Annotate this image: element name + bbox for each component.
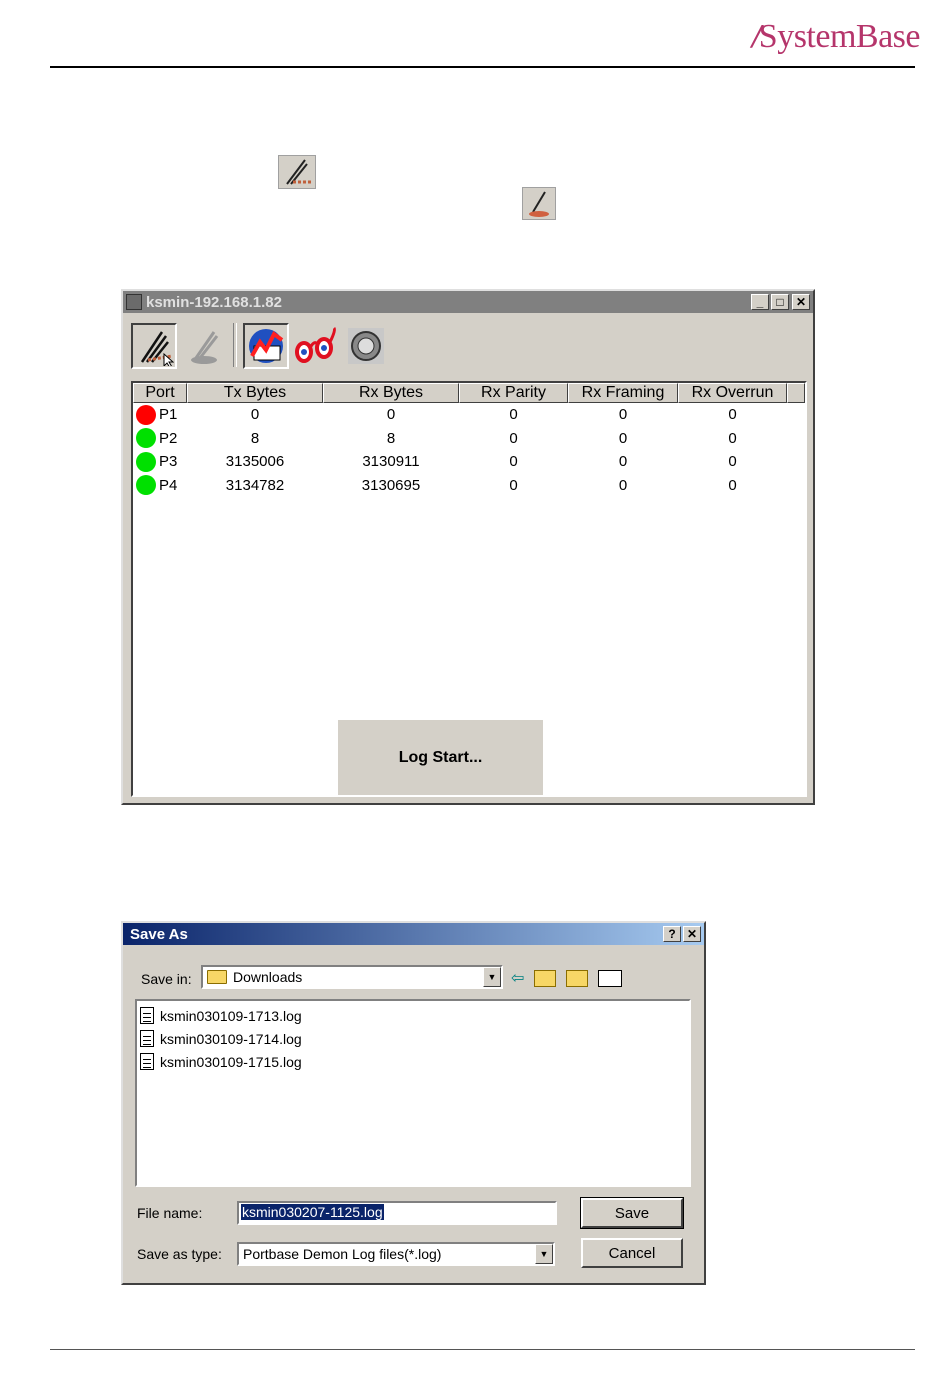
col-filler [787,383,805,403]
dialog-titlebar[interactable]: Save As ? ✕ [123,923,704,945]
folder-icon [207,970,227,984]
framing-cell: 0 [618,429,628,447]
save-as-dialog: Save As ? ✕ Save in: Downloads ▼ ⇦ ksmin… [121,921,706,1285]
view-menu-icon[interactable] [598,969,623,987]
save-in-combo[interactable]: Downloads ▼ [201,965,503,989]
table-row[interactable]: P1 0 0 0 0 0 [133,403,805,427]
port-cell: P4 [133,475,187,496]
port-cell: P2 [133,428,187,449]
nav-toolbar: ⇦ [511,968,623,988]
header-rule [50,66,915,68]
overrun-cell: 0 [728,406,737,424]
settings-icon[interactable] [343,323,389,369]
chevron-down-icon[interactable]: ▼ [535,1244,553,1264]
log-stop-inline-icon [522,187,556,220]
help-button[interactable]: ? [663,926,681,942]
framing-cell: 0 [618,476,628,494]
log-stop-icon[interactable] [181,323,227,369]
col-tx-bytes[interactable]: Tx Bytes [187,383,323,403]
toolbar-separator [233,323,237,367]
log-start-popup: Log Start... [338,720,543,795]
parity-cell: 0 [509,406,518,424]
table-row[interactable]: P4 3134782 3130695 0 0 0 [133,474,805,498]
col-rx-parity[interactable]: Rx Parity [459,383,568,403]
port-cell: P1 [133,404,187,425]
save-type-value: Portbase Demon Log files(*.log) [243,1246,442,1262]
save-type-label: Save as type: [137,1246,222,1262]
toolbar [131,323,389,373]
framing-cell: 0 [618,406,628,424]
port-list[interactable]: Port Tx Bytes Rx Bytes Rx Parity Rx Fram… [131,381,807,797]
rx-cell: 3130911 [362,453,420,471]
list-item[interactable]: ksmin030109-1713.log [140,1004,686,1027]
list-header: Port Tx Bytes Rx Bytes Rx Parity Rx Fram… [133,383,805,403]
framing-cell: 0 [618,453,628,471]
minimize-button[interactable]: _ [751,294,769,310]
log-start-icon[interactable] [131,323,177,369]
dialog-close-button[interactable]: ✕ [683,926,701,942]
up-folder-icon[interactable] [534,969,557,987]
col-rx-framing[interactable]: Rx Framing [568,383,678,403]
document-icon [140,1030,154,1047]
overrun-cell: 0 [728,429,737,447]
brand-logo: /SystemBase [751,18,921,55]
new-folder-icon[interactable] [566,969,589,987]
table-row[interactable]: P3 3135006 3130911 0 0 0 [133,450,805,474]
tx-cell: 3135006 [225,453,285,471]
app-icon [126,294,142,310]
rx-cell: 0 [386,406,396,424]
parity-cell: 0 [509,429,518,447]
monitor-window: ksmin-192.168.1.82 _ □ ✕ Port Tx Bytes R… [121,289,815,805]
status-dot-icon [136,475,156,496]
save-in-label: Save in: [141,971,192,987]
file-list[interactable]: ksmin030109-1713.log ksmin030109-1714.log… [135,999,691,1187]
window-title: ksmin-192.168.1.82 [146,293,282,311]
back-icon[interactable]: ⇦ [511,968,524,988]
parity-cell: 0 [509,476,518,494]
port-cell: P3 [133,451,187,472]
status-dot-icon [136,451,156,472]
status-dot-icon [136,428,156,449]
file-name-label: File name: [137,1205,203,1221]
chevron-down-icon[interactable]: ▼ [483,967,501,987]
col-rx-overrun[interactable]: Rx Overrun [678,383,787,403]
tx-cell: 3134782 [225,476,285,494]
col-port[interactable]: Port [133,383,187,403]
save-button[interactable]: Save [580,1197,684,1229]
maximize-button[interactable]: □ [771,294,789,310]
list-body: P1 0 0 0 0 0 P2 8 8 0 0 0 P3 3135006 3130911 0 0 0 P4 31347… [133,403,805,497]
chart-icon[interactable] [243,323,289,369]
table-row[interactable]: P2 8 8 0 0 0 [133,427,805,451]
dialog-title: Save As [130,925,188,943]
list-item[interactable]: ksmin030109-1714.log [140,1027,686,1050]
glasses-icon[interactable] [293,323,339,369]
save-type-combo[interactable]: Portbase Demon Log files(*.log) ▼ [237,1242,555,1266]
col-rx-bytes[interactable]: Rx Bytes [323,383,459,403]
overrun-cell: 0 [728,453,737,471]
rx-cell: 8 [386,429,396,447]
status-dot-icon [136,404,156,425]
close-button[interactable]: ✕ [792,294,810,310]
document-icon [140,1007,154,1024]
document-icon [140,1053,154,1070]
cancel-button[interactable]: Cancel [581,1238,683,1268]
file-name-input[interactable]: ksmin030207-1125.log [237,1201,557,1225]
list-item[interactable]: ksmin030109-1715.log [140,1050,686,1073]
save-in-value: Downloads [233,969,303,985]
overrun-cell: 0 [728,476,737,494]
tx-cell: 0 [250,406,260,424]
rx-cell: 3130695 [361,476,421,494]
footer-rule [50,1349,915,1350]
monitor-titlebar[interactable]: ksmin-192.168.1.82 _ □ ✕ [123,291,813,313]
tx-cell: 8 [250,429,260,447]
log-start-inline-icon [278,155,316,189]
parity-cell: 0 [509,453,518,471]
